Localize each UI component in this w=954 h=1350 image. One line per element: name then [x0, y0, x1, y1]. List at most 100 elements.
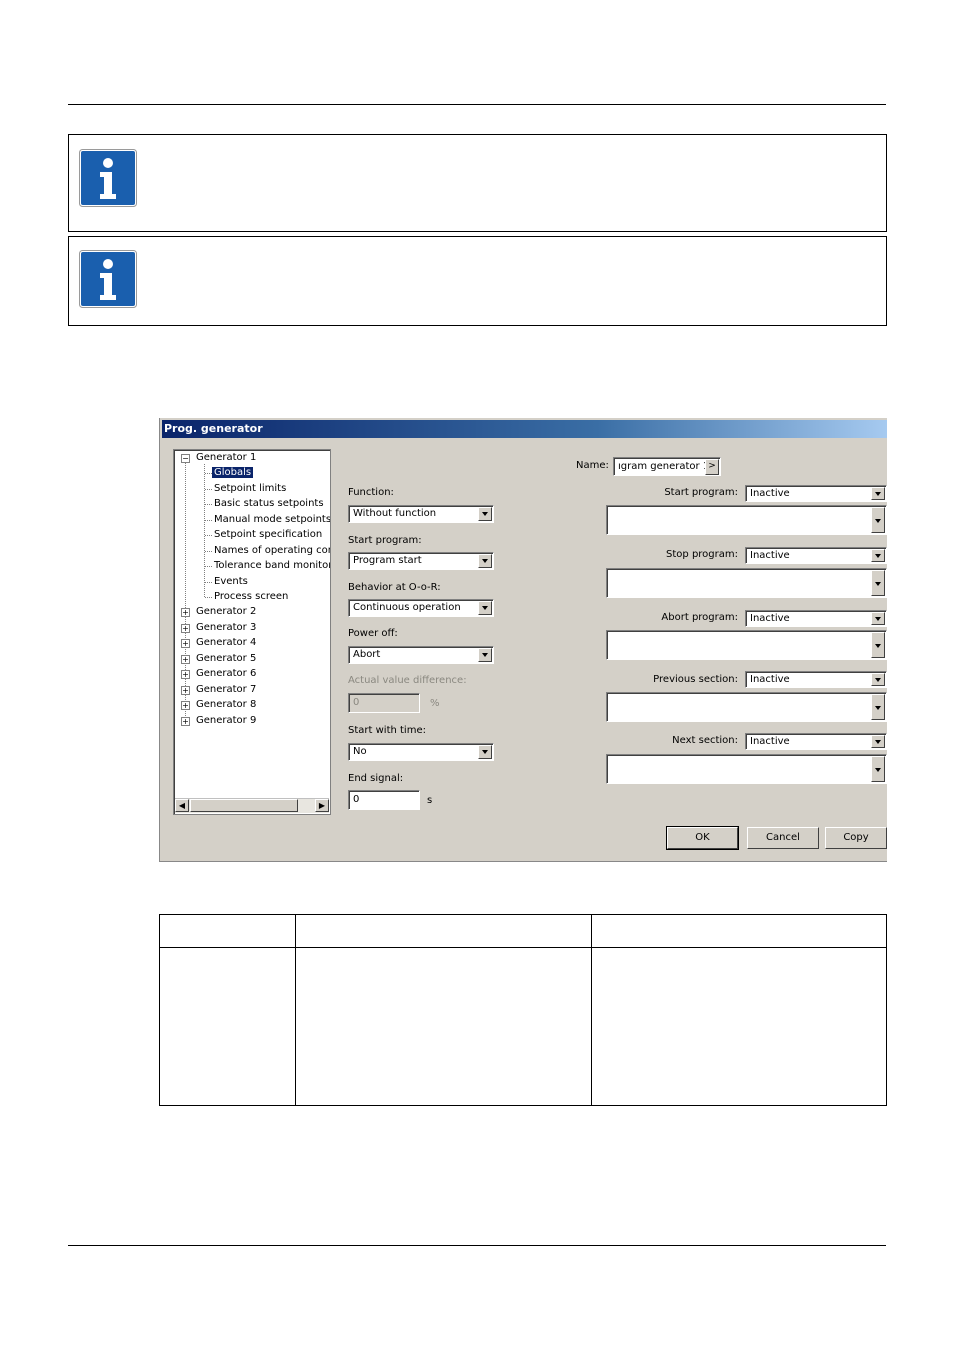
tree-item-tolerance-band[interactable]: Tolerance band monitor. [214, 559, 330, 573]
tree-item-generator-7[interactable]: Generator 7 [196, 683, 256, 697]
cancel-button[interactable]: Cancel [747, 827, 819, 849]
chevron-down-icon[interactable] [478, 507, 492, 521]
chevron-down-icon[interactable] [478, 648, 492, 662]
stop-program-label: Stop program: [666, 549, 738, 560]
tree-item-manual-mode-setpoints[interactable]: Manual mode setpoints [214, 513, 330, 527]
expand-icon[interactable]: + [181, 686, 190, 695]
chevron-down-icon[interactable] [871, 507, 885, 533]
end-signal-unit: s [427, 795, 433, 806]
chevron-down-icon[interactable] [871, 694, 885, 720]
expand-icon[interactable]: + [181, 717, 190, 726]
tree-item-process-screen[interactable]: Process screen [214, 590, 288, 604]
tree-item-generator-1[interactable]: Generator 1 [196, 451, 256, 465]
tree-item-globals[interactable]: Globals [212, 466, 254, 480]
tree-item-events[interactable]: Events [214, 575, 248, 589]
tree-item-names-of-operating[interactable]: Names of operating cont [214, 544, 330, 558]
power-off-select[interactable]: Abort [348, 646, 494, 664]
table-cell [295, 947, 592, 1106]
expand-icon[interactable]: + [181, 701, 190, 710]
table-cell [159, 947, 296, 1106]
chevron-down-icon[interactable] [478, 745, 492, 759]
actual-value-field: 0 [348, 693, 420, 713]
expand-icon[interactable]: + [181, 639, 190, 648]
tree-item-basic-status-setpoints[interactable]: Basic status setpoints [214, 497, 324, 511]
tree-item-setpoint-specification[interactable]: Setpoint specification [214, 528, 322, 542]
copy-button[interactable]: Copy [825, 827, 887, 849]
next-section-signal-select[interactable] [606, 754, 887, 784]
abort-program-select[interactable]: Inactive [745, 610, 887, 627]
chevron-down-icon[interactable] [871, 673, 885, 686]
navigation-tree[interactable]: − Generator 1 Globals Setpoint limits Ba… [173, 449, 331, 815]
info-note-2 [68, 236, 887, 326]
collapse-icon[interactable]: − [181, 454, 190, 463]
expand-icon[interactable]: + [181, 624, 190, 633]
power-off-label: Power off: [348, 628, 398, 639]
footer-rule [68, 1245, 886, 1246]
dialog-title: Prog. generator [162, 420, 887, 438]
behavior-select[interactable]: Continuous operation [348, 599, 494, 617]
chevron-down-icon[interactable] [871, 612, 885, 625]
chevron-down-icon[interactable] [871, 632, 885, 658]
next-section-label: Next section: [672, 735, 738, 746]
chevron-down-icon[interactable] [871, 756, 885, 782]
stop-program-select[interactable]: Inactive [745, 547, 887, 564]
scroll-right-icon[interactable]: ▶ [315, 799, 329, 812]
tree-item-generator-9[interactable]: Generator 9 [196, 714, 256, 728]
actual-value-label: Actual value difference: [348, 675, 467, 686]
scroll-left-icon[interactable]: ◀ [175, 799, 189, 812]
behavior-label: Behavior at O-o-R: [348, 582, 441, 593]
chevron-down-icon[interactable] [871, 549, 885, 562]
info-icon [79, 250, 137, 308]
table-header-row [159, 914, 887, 948]
tree-item-generator-8[interactable]: Generator 8 [196, 698, 256, 712]
header-rule [68, 104, 886, 105]
table-cell [591, 914, 887, 948]
previous-section-select[interactable]: Inactive [745, 671, 887, 688]
end-signal-field[interactable]: 0 [348, 790, 420, 810]
previous-section-label: Previous section: [653, 674, 738, 685]
start-program-label: Start program: [664, 487, 738, 498]
expand-icon[interactable]: + [181, 608, 190, 617]
tree-item-generator-3[interactable]: Generator 3 [196, 621, 256, 635]
expand-icon[interactable]: + [181, 670, 190, 679]
function-label: Function: [348, 487, 394, 498]
table-cell [159, 914, 296, 948]
start-program-signal-select[interactable] [606, 505, 887, 535]
name-more-button[interactable]: > [705, 459, 719, 475]
tree-item-generator-2[interactable]: Generator 2 [196, 605, 256, 619]
previous-section-signal-select[interactable] [606, 692, 887, 722]
name-label: Name: [576, 460, 609, 471]
start-with-time-select[interactable]: No [348, 743, 494, 761]
tree-item-generator-4[interactable]: Generator 4 [196, 636, 256, 650]
info-note-1 [68, 134, 887, 232]
tree-item-generator-5[interactable]: Generator 5 [196, 652, 256, 666]
actual-value-unit: % [430, 698, 440, 709]
chevron-down-icon[interactable] [478, 554, 492, 568]
table-row [159, 947, 887, 1106]
next-section-select[interactable]: Inactive [745, 733, 887, 750]
end-signal-label: End signal: [348, 773, 404, 784]
table-cell [295, 914, 592, 948]
description-table [159, 914, 887, 1106]
stop-program-signal-select[interactable] [606, 568, 887, 598]
tree-item-generator-6[interactable]: Generator 6 [196, 667, 256, 681]
expand-icon[interactable]: + [181, 655, 190, 664]
prog-generator-dialog: Prog. generator − Generator 1 Globals Se… [159, 418, 887, 862]
function-select[interactable]: Without function [348, 505, 494, 523]
horizontal-scrollbar[interactable]: ◀ ▶ [175, 798, 329, 813]
abort-program-signal-select[interactable] [606, 630, 887, 660]
chevron-down-icon[interactable] [871, 487, 885, 500]
start-program-select[interactable]: Inactive [745, 485, 887, 502]
info-icon [79, 149, 137, 207]
chevron-down-icon[interactable] [871, 735, 885, 748]
tree-item-setpoint-limits[interactable]: Setpoint limits [214, 482, 286, 496]
start-program-left-label: Start program: [348, 535, 422, 546]
table-cell [591, 947, 887, 1106]
start-program-left-select[interactable]: Program start [348, 552, 494, 570]
chevron-down-icon[interactable] [478, 601, 492, 615]
chevron-down-icon[interactable] [871, 570, 885, 596]
ok-button[interactable]: OK [666, 826, 739, 850]
scroll-thumb[interactable] [190, 799, 298, 812]
abort-program-label: Abort program: [661, 612, 738, 623]
start-with-time-label: Start with time: [348, 725, 426, 736]
